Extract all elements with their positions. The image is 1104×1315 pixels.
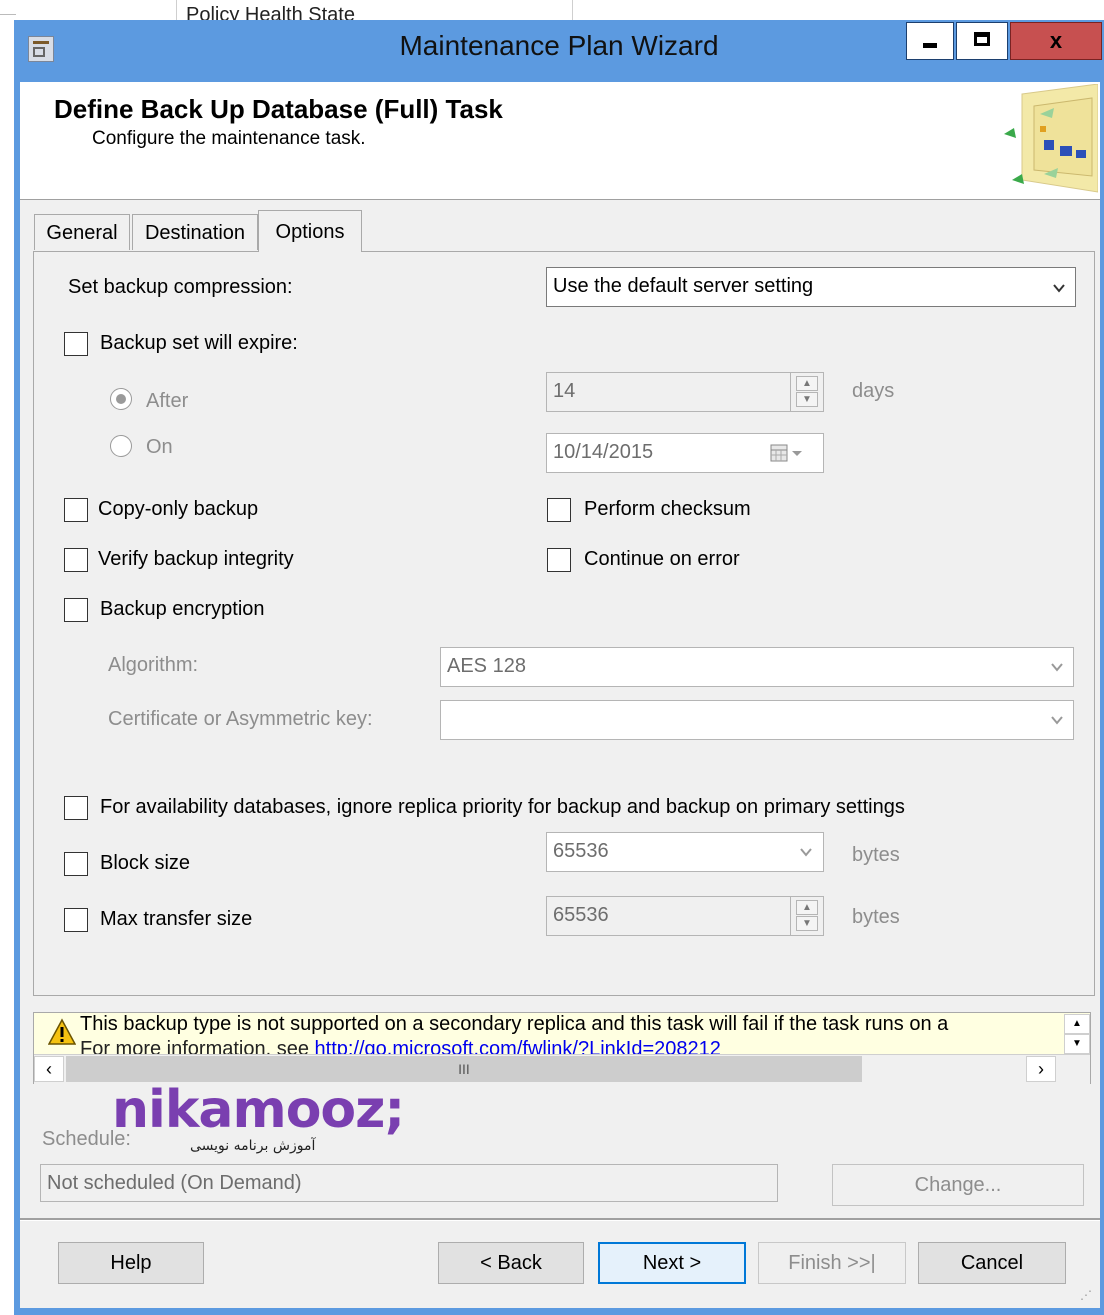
warning-icon — [48, 1018, 76, 1045]
copy-only-checkbox[interactable] — [64, 498, 88, 522]
scroll-right-icon[interactable]: › — [1026, 1056, 1056, 1082]
close-button[interactable]: x — [1010, 22, 1102, 60]
background-divider — [572, 0, 573, 22]
wizard-banner-icon — [1004, 84, 1098, 193]
max-transfer-unit: bytes — [852, 906, 900, 928]
encryption-label: Backup encryption — [100, 598, 265, 620]
background-window — [0, 0, 1104, 22]
compression-select[interactable]: Use the default server setting — [546, 267, 1076, 307]
continue-on-error-label: Continue on error — [584, 548, 740, 570]
after-days-input[interactable]: 14 — [546, 372, 824, 412]
on-label: On — [146, 436, 173, 458]
chevron-down-icon — [1053, 284, 1065, 293]
expire-checkbox[interactable] — [64, 332, 88, 356]
options-panel — [33, 251, 1095, 996]
background-divider — [176, 0, 177, 22]
background-divider — [0, 14, 16, 15]
cancel-button[interactable]: Cancel — [918, 1242, 1066, 1284]
max-transfer-input[interactable]: 65536 — [546, 896, 824, 936]
compression-value: Use the default server setting — [553, 275, 814, 297]
certificate-select[interactable] — [440, 700, 1074, 740]
algorithm-label: Algorithm: — [108, 654, 199, 676]
after-radio[interactable] — [110, 388, 132, 410]
expire-label: Backup set will expire: — [100, 332, 298, 354]
max-transfer-label: Max transfer size — [100, 908, 253, 930]
max-transfer-spinner[interactable]: ▲ ▼ — [790, 897, 824, 935]
background-window-text: Policy Health State — [186, 4, 355, 22]
finish-button[interactable]: Finish >>| — [758, 1242, 906, 1284]
chevron-down-icon — [1051, 663, 1063, 672]
certificate-label: Certificate or Asymmetric key: — [108, 708, 373, 730]
algorithm-select[interactable]: AES 128 — [440, 647, 1074, 687]
scroll-left-icon[interactable]: ‹ — [34, 1056, 64, 1082]
spin-down-icon[interactable]: ▼ — [796, 916, 818, 931]
back-button[interactable]: < Back — [438, 1242, 584, 1284]
perform-checksum-checkbox[interactable] — [547, 498, 571, 522]
verify-integrity-checkbox[interactable] — [64, 548, 88, 572]
verify-integrity-label: Verify backup integrity — [98, 548, 294, 570]
chevron-down-icon — [800, 848, 812, 857]
after-label: After — [146, 390, 189, 412]
tab-general[interactable]: General — [34, 214, 130, 250]
tab-destination[interactable]: Destination — [132, 214, 258, 250]
copy-only-label: Copy-only backup — [98, 498, 259, 520]
after-days-unit: days — [852, 380, 895, 402]
chevron-down-icon — [1051, 716, 1063, 725]
availability-label: For availability databases, ignore repli… — [100, 796, 905, 818]
compression-label: Set backup compression: — [68, 276, 293, 298]
minimize-button[interactable] — [906, 22, 954, 60]
footer-divider — [20, 1218, 1100, 1221]
resize-grip-icon[interactable]: ⋰ — [1080, 1288, 1092, 1302]
warning-message: This backup type is not supported on a s… — [80, 1013, 949, 1035]
spin-up-icon[interactable]: ▲ — [796, 900, 818, 915]
availability-checkbox[interactable] — [64, 796, 88, 820]
on-radio[interactable] — [110, 435, 132, 457]
block-size-select[interactable]: 65536 — [546, 832, 824, 872]
max-transfer-checkbox[interactable] — [64, 908, 88, 932]
encryption-checkbox[interactable] — [64, 598, 88, 622]
page-subtitle: Configure the maintenance task. — [92, 128, 366, 149]
tab-options[interactable]: Options — [258, 210, 362, 252]
next-button[interactable]: Next > — [598, 1242, 746, 1284]
perform-checksum-label: Perform checksum — [584, 498, 751, 520]
calendar-icon[interactable] — [770, 444, 806, 462]
continue-on-error-checkbox[interactable] — [547, 548, 571, 572]
maximize-button[interactable] — [956, 22, 1008, 60]
spin-up-icon[interactable]: ▲ — [796, 376, 818, 391]
page-title: Define Back Up Database (Full) Task — [54, 94, 503, 124]
help-button[interactable]: Help — [58, 1242, 204, 1284]
block-size-checkbox[interactable] — [64, 852, 88, 876]
block-size-label: Block size — [100, 852, 191, 874]
schedule-field: Not scheduled (On Demand) — [40, 1164, 778, 1202]
after-days-spinner[interactable]: ▲ ▼ — [790, 373, 824, 411]
watermark-logo: nikamooz; — [112, 1080, 405, 1140]
watermark-tagline: آموزش برنامه نویسی — [190, 1138, 316, 1154]
block-size-unit: bytes — [852, 844, 900, 866]
warning-more-info: For more information, see http://go.micr… — [80, 1038, 721, 1054]
change-schedule-button[interactable]: Change... — [832, 1164, 1084, 1206]
spin-down-icon[interactable]: ▼ — [796, 392, 818, 407]
scroll-down-icon[interactable]: ▼ — [1064, 1034, 1090, 1054]
scroll-up-icon[interactable]: ▲ — [1064, 1014, 1090, 1034]
scroll-thumb[interactable]: III — [66, 1056, 862, 1082]
warning-link[interactable]: http://go.microsoft.com/fwlink/?LinkId=2… — [315, 1038, 721, 1054]
